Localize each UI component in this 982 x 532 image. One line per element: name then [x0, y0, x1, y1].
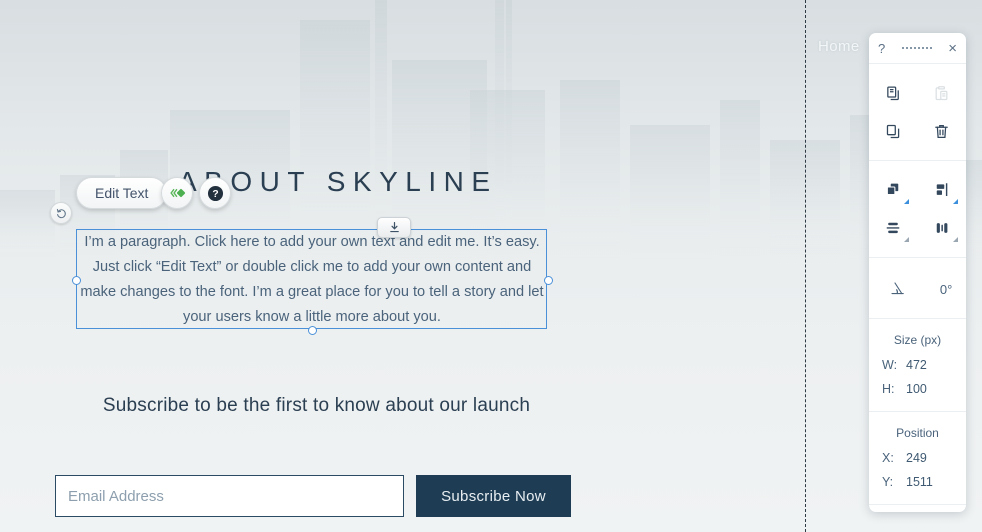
position-section: Position X: 249 Y: 1511: [869, 411, 966, 504]
download-icon[interactable]: [377, 217, 411, 238]
nav-home-link[interactable]: Home: [818, 38, 860, 55]
svg-text:?: ?: [212, 189, 218, 200]
rotation-row: 0°: [869, 268, 966, 308]
arrange-row-1: [869, 171, 966, 209]
subscribe-button[interactable]: Subscribe Now: [416, 475, 571, 517]
align-corner-indicator: [952, 199, 958, 204]
animation-icon[interactable]: [161, 177, 193, 209]
distribute-horizontal-icon[interactable]: [927, 215, 958, 242]
y-label: Y:: [882, 475, 894, 489]
align-horizontal-icon[interactable]: [927, 177, 958, 204]
distribute-h-corner-indicator: [952, 237, 958, 242]
rotation-angle-icon[interactable]: [883, 276, 913, 302]
paragraph-text[interactable]: I’m a paragraph. Click here to add your …: [78, 230, 546, 330]
arrange-layers-icon[interactable]: [878, 177, 910, 204]
editor-canvas: Home ABOUT SKYLINE I’m a paragraph. Clic…: [0, 0, 982, 532]
arrange-row-2: [869, 209, 966, 247]
x-value[interactable]: 249: [906, 451, 927, 465]
size-height-row: H: 100: [869, 377, 966, 401]
question-mark-icon[interactable]: ?: [878, 41, 885, 56]
panel-footer-divider: [869, 504, 966, 512]
size-section: Size (px) W: 472 H: 100: [869, 318, 966, 411]
delete-icon[interactable]: [927, 118, 957, 144]
rotation-value[interactable]: 0°: [940, 282, 952, 297]
panel-header: ? ×: [869, 33, 966, 63]
arrange-tools-section: [869, 160, 966, 257]
x-label: X:: [882, 451, 894, 465]
undo-icon[interactable]: [50, 202, 72, 224]
duplicate-icon[interactable]: [878, 118, 908, 144]
viewport-boundary-line: [805, 0, 806, 532]
paste-icon: [927, 80, 957, 106]
width-value[interactable]: 472: [906, 358, 927, 372]
width-label: W:: [882, 358, 898, 372]
rotation-section: 0°: [869, 257, 966, 318]
arrange-corner-indicator: [904, 199, 910, 204]
drag-grip-icon[interactable]: [901, 47, 932, 49]
size-title: Size (px): [893, 333, 942, 347]
edit-text-button[interactable]: Edit Text: [76, 177, 168, 209]
subscribe-heading: Subscribe to be the first to know about …: [102, 395, 531, 416]
clipboard-row-1: [869, 74, 966, 112]
properties-panel: ? × 0° Size (px) W: 472 H: 100 Position …: [869, 33, 966, 512]
close-icon[interactable]: ×: [948, 40, 957, 57]
clipboard-row-2: [869, 112, 966, 150]
position-x-row: X: 249: [869, 446, 966, 470]
help-icon[interactable]: ?: [199, 177, 231, 209]
copy-icon[interactable]: [878, 80, 908, 106]
height-value[interactable]: 100: [906, 382, 927, 396]
clipboard-tools-section: [869, 63, 966, 160]
distribute-v-corner-indicator: [904, 237, 910, 242]
position-title: Position: [896, 426, 939, 440]
distribute-vertical-icon[interactable]: [878, 215, 910, 242]
height-label: H:: [882, 382, 895, 396]
y-value[interactable]: 1511: [906, 475, 933, 489]
size-width-row: W: 472: [869, 353, 966, 377]
email-input[interactable]: [55, 475, 404, 517]
position-y-row: Y: 1511: [869, 470, 966, 494]
